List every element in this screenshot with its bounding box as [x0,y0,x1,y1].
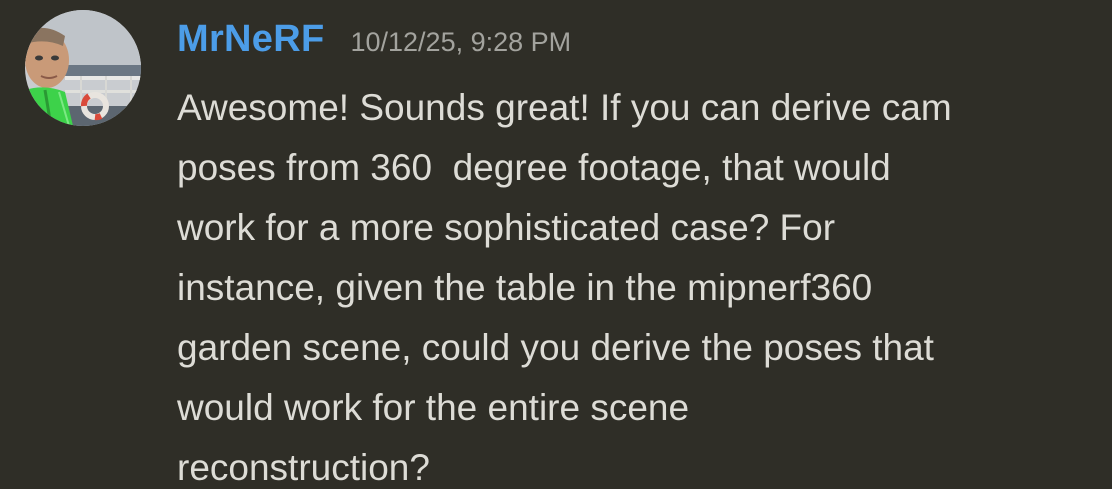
message-text: Awesome! Sounds great! If you can derive… [177,87,952,488]
avatar[interactable] [25,10,141,126]
username[interactable]: MrNeRF [177,18,324,61]
message-header: MrNeRF 10/12/25, 9:28 PM [177,18,571,70]
chat-message: MrNeRF 10/12/25, 9:28 PM Awesome! Sounds… [0,0,1112,489]
avatar-photo [25,10,141,126]
timestamp[interactable]: 10/12/25, 9:28 PM [350,27,571,58]
